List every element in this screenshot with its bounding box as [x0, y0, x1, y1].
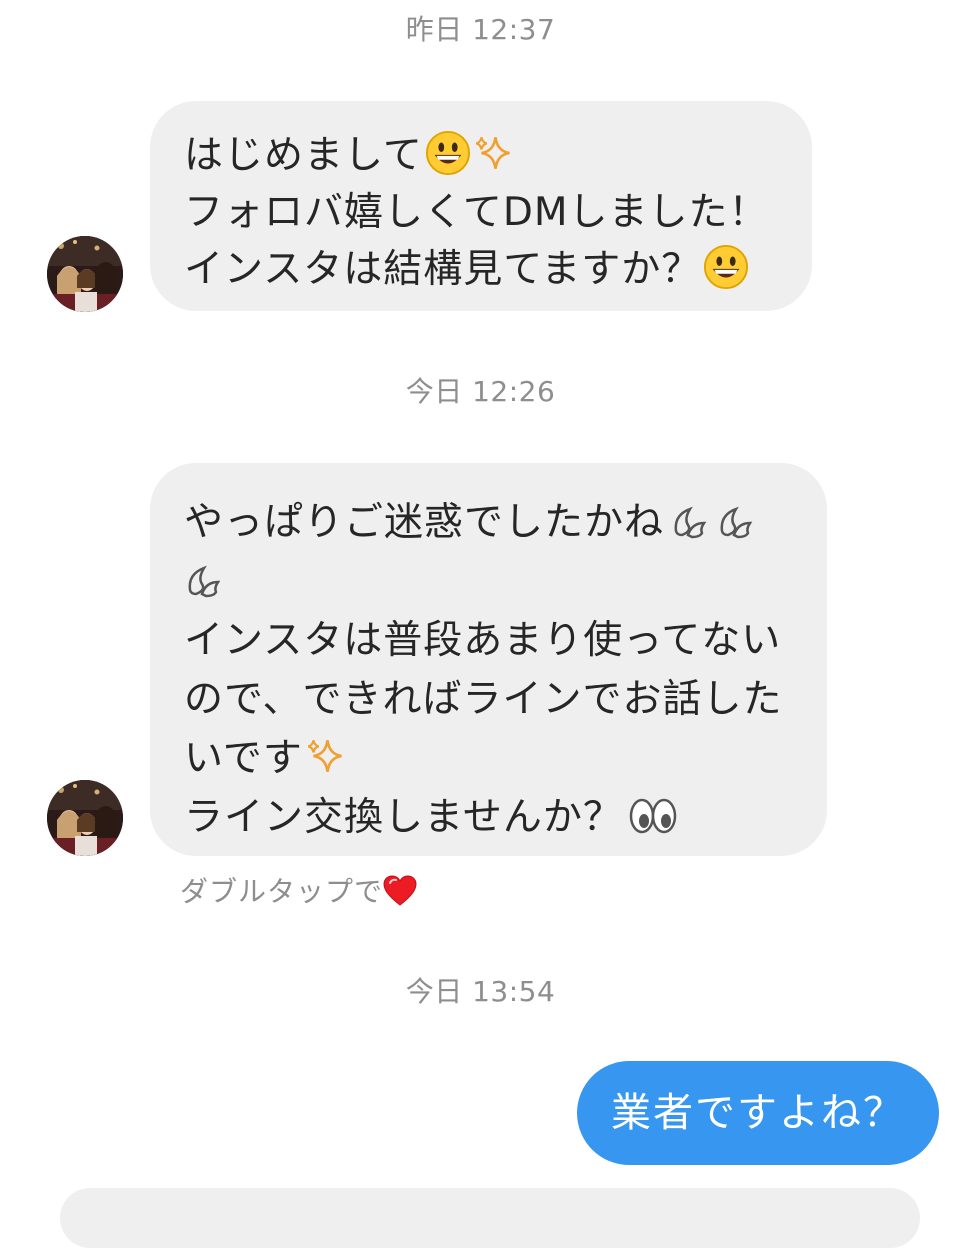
incoming-message-bubble-partial[interactable]	[60, 1188, 920, 1248]
sweat-drops-icon	[720, 506, 753, 539]
incoming-message-bubble[interactable]: やっぱりご迷惑でしたかね インスタは普段あまり使ってない ので、できればラインで…	[150, 463, 827, 856]
message-line	[184, 552, 793, 611]
grinning-face-icon	[425, 130, 470, 176]
double-tap-hint: ダブルタップで	[180, 870, 417, 910]
message-line: ライン交換しませんか？	[184, 788, 793, 847]
message-line: インスタは結構見てますか？	[184, 241, 778, 298]
avatar[interactable]	[47, 780, 123, 856]
message-text: インスタは結構見てますか？	[184, 247, 702, 292]
outgoing-message-bubble[interactable]: 業者ですよね？	[577, 1061, 939, 1165]
incoming-message-bubble[interactable]: はじめまして フォロバ嬉しくてDMしました！ インスタは結構見てますか？	[150, 101, 812, 311]
message-text: はじめまして	[184, 133, 423, 178]
grinning-face-icon	[704, 244, 749, 290]
timestamp-today: 今日 13:54	[405, 975, 556, 1008]
message-text: フォロバ嬉しくてDMしました！	[184, 190, 769, 235]
sweat-drops-icon	[674, 506, 707, 539]
sweat-drops-icon	[188, 565, 221, 598]
message-line: フォロバ嬉しくてDMしました！	[184, 184, 778, 241]
avatar[interactable]	[47, 236, 123, 312]
message-text: いです	[184, 736, 303, 781]
message-line: やっぱりご迷惑でしたかね	[184, 493, 793, 552]
message-text: ライン交換しませんか？	[184, 795, 623, 840]
message-text: インスタは普段あまり使ってない	[184, 618, 782, 663]
timestamp-yesterday: 昨日 12:37	[405, 13, 556, 46]
message-line: インスタは普段あまり使ってない	[184, 611, 793, 670]
profile-photo-icon	[47, 780, 123, 856]
heart-icon[interactable]	[383, 875, 417, 907]
eyes-icon	[629, 798, 677, 834]
message-line: いです	[184, 729, 793, 788]
message-text: やっぱりご迷惑でしたかね	[184, 500, 665, 545]
message-text: 業者ですよね？	[611, 1090, 905, 1136]
message-line: はじめまして	[184, 127, 778, 184]
sparkles-icon	[307, 740, 342, 772]
message-line: ので、できればラインでお話した	[184, 670, 793, 729]
profile-photo-icon	[47, 236, 123, 312]
timestamp-today: 今日 12:26	[405, 375, 556, 408]
message-text: ので、できればラインでお話した	[184, 677, 783, 722]
hint-text: ダブルタップで	[180, 875, 384, 908]
sparkles-icon	[475, 137, 510, 169]
